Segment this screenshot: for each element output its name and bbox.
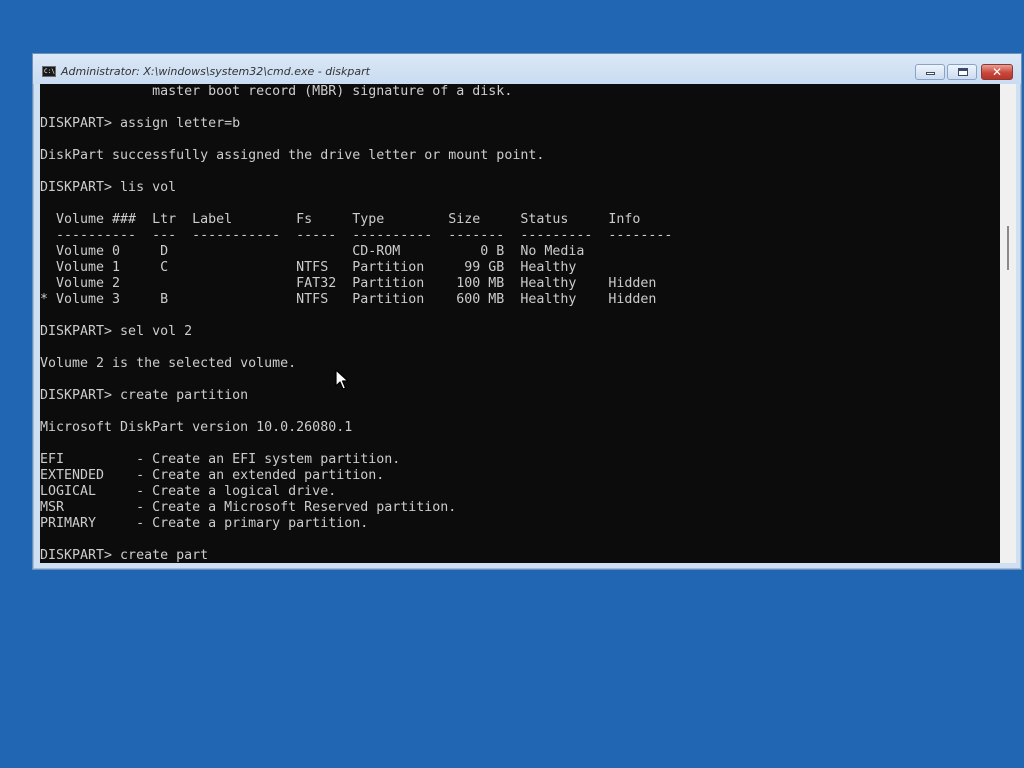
console-output[interactable]: master boot record (MBR) signature of a … bbox=[40, 84, 1000, 563]
console-line: Volume 2 is the selected volume. bbox=[40, 356, 297, 371]
console-line: ---------- --- ----------- ----- -------… bbox=[40, 228, 673, 243]
close-icon: ✕ bbox=[991, 65, 1003, 79]
window-title: Administrator: X:\windows\system32\cmd.e… bbox=[61, 65, 370, 78]
console-line: LOGICAL - Create a logical drive. bbox=[40, 484, 337, 499]
console-line: DISKPART> create partition bbox=[40, 388, 249, 403]
cmd-window[interactable]: C:\ Administrator: X:\windows\system32\c… bbox=[32, 53, 1022, 570]
maximize-button[interactable] bbox=[947, 64, 977, 80]
console-lines: master boot record (MBR) signature of a … bbox=[40, 84, 672, 563]
close-button[interactable]: ✕ bbox=[981, 64, 1013, 80]
console-line: MSR - Create a Microsoft Reserved partit… bbox=[40, 500, 457, 515]
console-line: EFI - Create an EFI system partition. bbox=[40, 452, 401, 467]
console-line: Microsoft DiskPart version 10.0.26080.1 bbox=[40, 420, 353, 435]
console-line: DISKPART> create part bbox=[40, 548, 209, 563]
minimize-button[interactable] bbox=[915, 64, 945, 80]
console-line: Volume 2 FAT32 Partition 100 MB Healthy … bbox=[40, 276, 657, 291]
title-bar[interactable]: C:\ Administrator: X:\windows\system32\c… bbox=[33, 54, 1021, 84]
mouse-pointer-icon bbox=[335, 369, 349, 390]
console-line: Volume 0 D CD-ROM 0 B No Media bbox=[40, 244, 585, 259]
console-line: Volume ### Ltr Label Fs Type Size Status… bbox=[40, 212, 641, 227]
console-line: EXTENDED - Create an extended partition. bbox=[40, 468, 385, 483]
desktop: C:\ Administrator: X:\windows\system32\c… bbox=[0, 0, 1024, 768]
maximize-icon bbox=[958, 68, 968, 76]
console-line: DiskPart successfully assigned the drive… bbox=[40, 148, 545, 163]
cmd-icon: C:\ bbox=[42, 66, 56, 77]
console-line: DISKPART> sel vol 2 bbox=[40, 324, 193, 339]
console-line: master boot record (MBR) signature of a … bbox=[40, 84, 513, 99]
minimize-icon bbox=[926, 72, 935, 75]
scrollbar-thumb[interactable] bbox=[1007, 226, 1009, 270]
console-line: PRIMARY - Create a primary partition. bbox=[40, 516, 369, 531]
vertical-scrollbar[interactable] bbox=[1000, 84, 1016, 563]
console-line: DISKPART> lis vol bbox=[40, 180, 177, 195]
console-line: Volume 1 C NTFS Partition 99 GB Healthy bbox=[40, 260, 577, 275]
console-line: * Volume 3 B NTFS Partition 600 MB Healt… bbox=[40, 292, 657, 307]
console-line: DISKPART> assign letter=b bbox=[40, 116, 241, 131]
